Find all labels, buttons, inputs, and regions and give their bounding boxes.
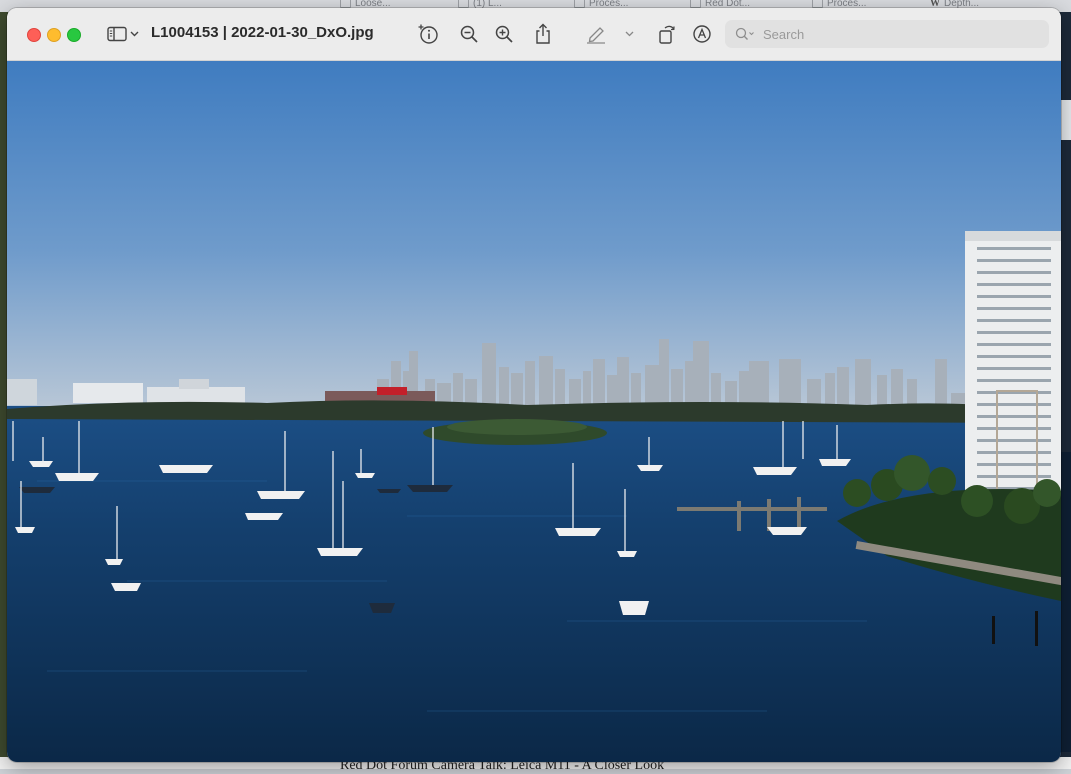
search-field[interactable] (725, 20, 1049, 48)
markup-button[interactable] (583, 21, 609, 47)
info-button[interactable] (415, 21, 441, 47)
zoom-in-button[interactable] (492, 21, 516, 47)
annotate-button[interactable] (690, 21, 714, 47)
photo-view[interactable] (7, 61, 1061, 762)
tab-favicon (574, 0, 585, 8)
rotate-button[interactable] (655, 21, 679, 47)
tab-favicon (690, 0, 701, 8)
displayed-photo (7, 61, 1061, 762)
share-icon (534, 23, 552, 45)
zoom-out-icon (459, 24, 479, 44)
chevron-down-icon (625, 31, 634, 37)
island-trees (447, 419, 587, 435)
info-icon (417, 23, 439, 45)
zoom-out-button[interactable] (457, 21, 481, 47)
annotate-icon (692, 24, 712, 44)
sidebar-toggle-button[interactable] (103, 21, 143, 47)
search-input[interactable] (761, 25, 1045, 43)
maximize-button[interactable] (67, 28, 81, 42)
search-icon (735, 27, 755, 41)
rotate-icon (657, 23, 677, 45)
share-button[interactable] (531, 21, 555, 47)
close-button[interactable] (27, 28, 41, 42)
window-toolbar: L1004153 | 2022-01-30_DxO.jpg (7, 8, 1061, 61)
sidebar-icon (107, 26, 127, 42)
minimize-button[interactable] (47, 28, 61, 42)
tab-favicon (340, 0, 351, 8)
chevron-down-icon (130, 31, 139, 37)
markup-pen-icon (585, 24, 607, 44)
markup-menu-button[interactable] (621, 21, 637, 47)
window-title: L1004153 | 2022-01-30_DxO.jpg (151, 24, 374, 41)
tab-favicon (812, 0, 823, 8)
sky (7, 61, 1061, 406)
preview-window: L1004153 | 2022-01-30_DxO.jpg (7, 8, 1061, 762)
tab-favicon (458, 0, 469, 8)
zoom-in-icon (494, 24, 514, 44)
